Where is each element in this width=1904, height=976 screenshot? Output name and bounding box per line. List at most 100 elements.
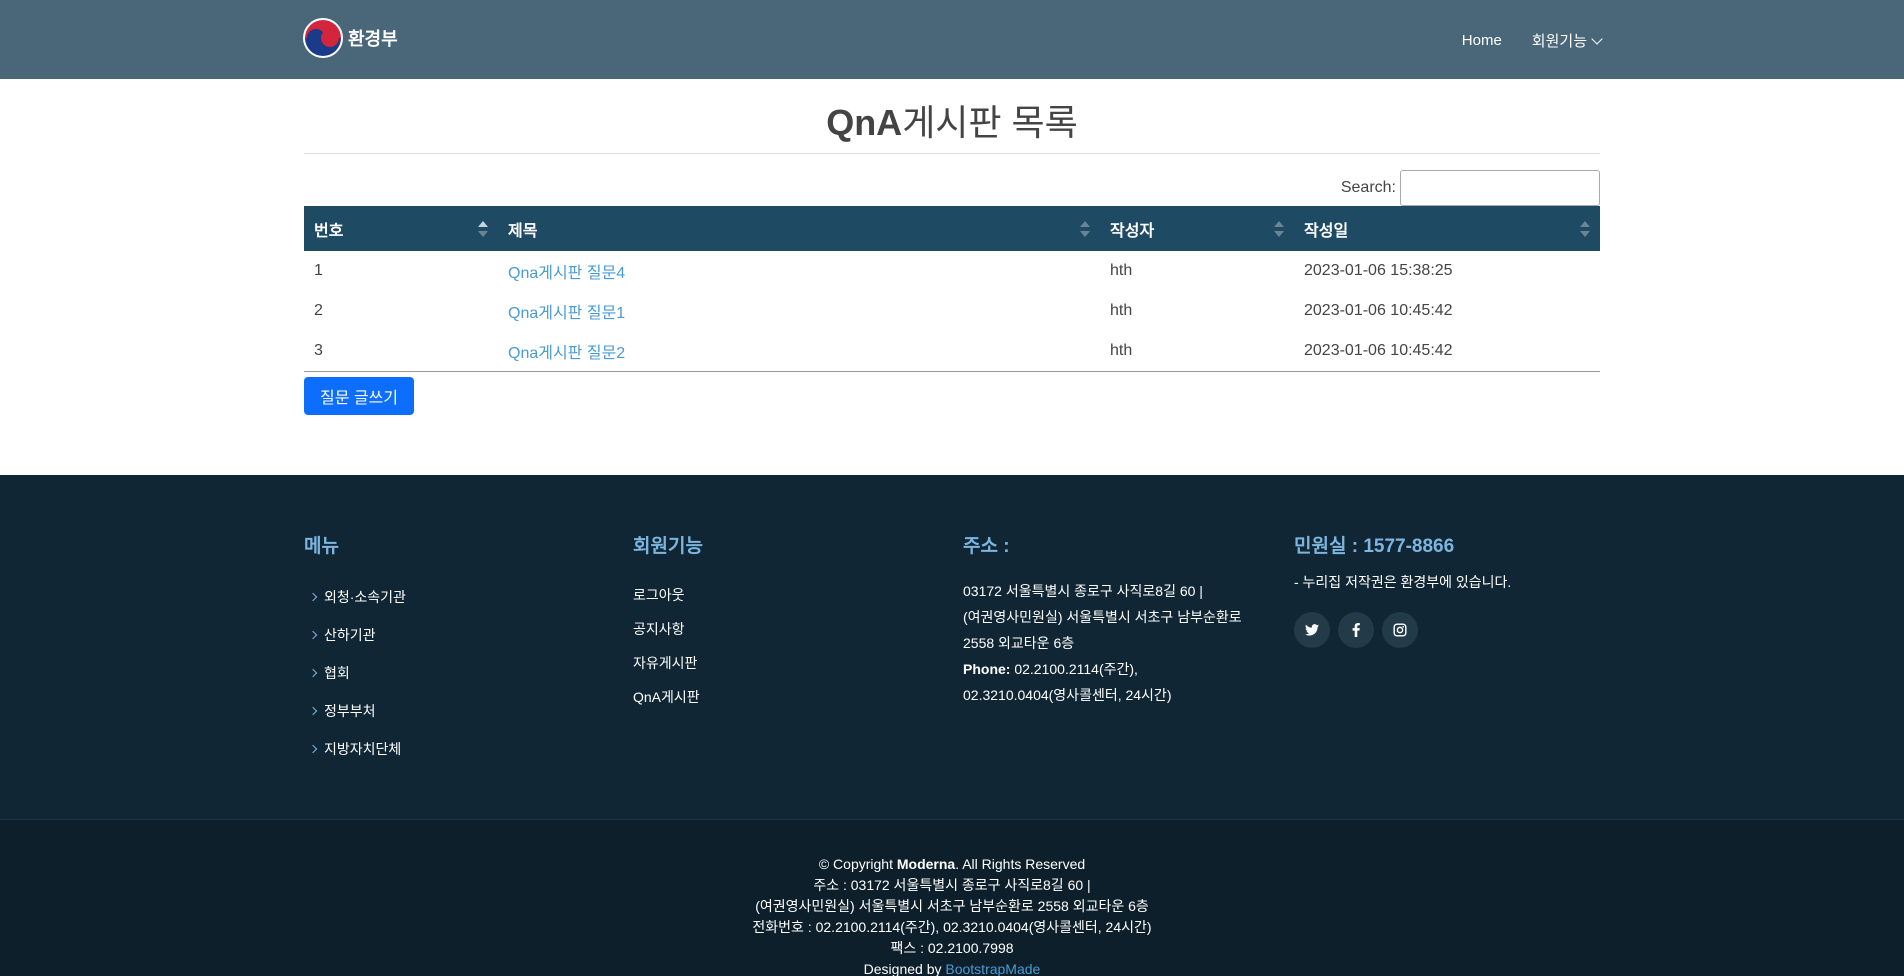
- chevron-right-icon: [308, 744, 318, 754]
- footer-menu-item[interactable]: 산하기관: [304, 616, 406, 654]
- footer-fax-line: 팩스 : 02.2100.7998: [890, 940, 1014, 956]
- footer-civil-column: 민원실 : 1577-8866 - 누리집 저작권은 환경부에 있습니다.: [1294, 531, 1511, 648]
- footer-menu-label: 산하기관: [324, 627, 376, 643]
- designed-by-line: Designed by BootstrapMade: [0, 959, 1904, 976]
- sort-asc-icon: [478, 220, 488, 237]
- footer-address-text: 03172 서울특별시 종로구 사직로8길 60 | (여권영사민원실) 서울특…: [963, 578, 1263, 708]
- sort-icon: [1080, 220, 1090, 237]
- copyright-brand: Moderna: [896, 856, 956, 872]
- chevron-right-icon: [308, 592, 318, 602]
- row-date: 2023-01-06 10:45:42: [1304, 302, 1453, 319]
- designed-by-link[interactable]: BootstrapMade: [945, 961, 1040, 976]
- footer-address-title: 주소 :: [963, 536, 1010, 557]
- row-title-cell: Qna게시판 질문2: [498, 331, 1100, 372]
- footer-member-link-logout[interactable]: 로그아웃: [633, 578, 703, 612]
- social-links: [1294, 612, 1511, 648]
- copyright-prefix: © Copyright: [818, 856, 897, 872]
- address-line: 03172 서울특별시 종로구 사직로8길 60 |: [963, 583, 1203, 599]
- page-title-rest: 게시판 목록: [902, 102, 1078, 143]
- row-number: 3: [304, 331, 498, 372]
- table-row: 1 Qna게시판 질문4 hth 2023-01-06 15:38:25: [304, 251, 1600, 291]
- site-footer: 메뉴 외청·소속기관 산하기관 협회 정부부처 지방자치단체 회원기능 로그아웃…: [0, 475, 1904, 976]
- footer-menu-label: 정부부처: [324, 703, 376, 719]
- footer-member-column: 회원기능 로그아웃 공지사항 자유게시판 QnA게시판: [633, 531, 703, 714]
- row-date: 2023-01-06 15:38:25: [1304, 262, 1453, 279]
- logo-text: 환경부: [348, 29, 398, 49]
- footer-address-line: 주소 : 03172 서울특별시 종로구 사직로8길 60 |: [813, 877, 1091, 893]
- footer-menu-label: 지방자치단체: [324, 741, 402, 757]
- footer-civil-title: 민원실 : 1577-8866: [1294, 536, 1455, 557]
- row-title-cell: Qna게시판 질문4: [498, 251, 1100, 291]
- column-header-label: 작성자: [1110, 222, 1155, 240]
- column-header-label: 제목: [508, 222, 538, 240]
- row-author: hth: [1110, 302, 1133, 319]
- table-row: 3 Qna게시판 질문2 hth 2023-01-06 10:45:42: [304, 331, 1600, 372]
- footer-copyright-note: - 누리집 저작권은 환경부에 있습니다.: [1294, 574, 1512, 590]
- sort-icon: [1274, 220, 1284, 237]
- site-header: 환경부 Home 회원기능: [0, 0, 1904, 79]
- table-header-row: 번호 제목 작성자 작성일: [304, 206, 1600, 251]
- row-title-cell: Qna게시판 질문1: [498, 291, 1100, 331]
- site-logo[interactable]: 환경부: [303, 18, 398, 58]
- footer-phone-line: 전화번호 : 02.2100.2114(주간), 02.3210.0404(영사…: [752, 919, 1152, 935]
- row-title-link[interactable]: Qna게시판 질문1: [508, 305, 625, 322]
- instagram-icon[interactable]: [1382, 612, 1418, 648]
- footer-member-link-free-board[interactable]: 자유게시판: [633, 646, 703, 680]
- footer-menu-item[interactable]: 협회: [304, 654, 406, 692]
- row-date: 2023-01-06 10:45:42: [1294, 331, 1600, 372]
- nav-home-link[interactable]: Home: [1462, 32, 1502, 49]
- footer-address-line: (여권영사민원실) 서울특별시 서초구 남부순환로 2558 외교타운 6층: [755, 898, 1149, 914]
- footer-menu-column: 메뉴 외청·소속기관 산하기관 협회 정부부처 지방자치단체: [304, 531, 406, 768]
- qna-table: 번호 제목 작성자 작성일 1 Qna게시판 질문4 hth 2023-01-0…: [304, 206, 1600, 372]
- column-header-title[interactable]: 제목: [498, 206, 1100, 251]
- footer-menu-label: 협회: [324, 665, 350, 681]
- row-number: 2: [314, 302, 323, 319]
- row-number: 1: [314, 262, 323, 279]
- main-nav: Home 회원기능: [1462, 30, 1603, 51]
- designed-by-prefix: Designed by: [863, 961, 946, 976]
- write-question-button[interactable]: 질문 글쓰기: [304, 377, 414, 415]
- phone-label: Phone:: [963, 661, 1011, 677]
- footer-bottom: © Copyright Moderna. All Rights Reserved…: [0, 819, 1904, 976]
- sort-icon: [1580, 220, 1590, 237]
- column-header-label: 작성일: [1304, 222, 1349, 240]
- footer-menu-title: 메뉴: [304, 536, 339, 557]
- footer-top: 메뉴 외청·소속기관 산하기관 협회 정부부처 지방자치단체 회원기능 로그아웃…: [0, 475, 1904, 819]
- nav-member-dropdown[interactable]: 회원기능: [1531, 30, 1603, 51]
- row-author: hth: [1110, 262, 1133, 279]
- row-title-link[interactable]: Qna게시판 질문4: [508, 265, 625, 282]
- footer-menu-item[interactable]: 외청·소속기관: [304, 578, 406, 616]
- facebook-icon[interactable]: [1338, 612, 1374, 648]
- footer-member-link-qna-board[interactable]: QnA게시판: [633, 680, 703, 714]
- copyright-suffix: . All Rights Reserved: [955, 856, 1086, 872]
- footer-menu-label: 외청·소속기관: [324, 589, 406, 605]
- chevron-right-icon: [308, 668, 318, 678]
- column-header-date[interactable]: 작성일: [1294, 206, 1600, 251]
- table-search: Search:: [1341, 170, 1600, 206]
- row-author: hth: [1100, 331, 1294, 372]
- footer-address-column: 주소 : 03172 서울특별시 종로구 사직로8길 60 | (여권영사민원실…: [963, 531, 1263, 708]
- chevron-down-icon: [1591, 32, 1603, 45]
- phone-value-2: 02.3210.0404(영사콜센터, 24시간): [963, 687, 1172, 703]
- page-title: QnA게시판 목록: [304, 94, 1600, 146]
- footer-member-link-notice[interactable]: 공지사항: [633, 612, 703, 646]
- nav-member-label: 회원기능: [1531, 33, 1587, 50]
- address-line: 2558 외교타운 6층: [963, 635, 1075, 651]
- address-line: (여권영사민원실) 서울특별시 서초구 남부순환로: [963, 609, 1242, 625]
- column-header-number[interactable]: 번호: [304, 206, 498, 251]
- search-input[interactable]: [1400, 170, 1600, 206]
- column-header-label: 번호: [314, 222, 344, 240]
- taegeuk-logo-icon: [303, 18, 343, 58]
- copyright-line: © Copyright Moderna. All Rights Reserved: [0, 854, 1904, 875]
- footer-menu-item[interactable]: 지방자치단체: [304, 730, 406, 768]
- title-divider: [304, 153, 1600, 154]
- footer-member-title: 회원기능: [633, 536, 703, 557]
- row-title-link[interactable]: Qna게시판 질문2: [508, 345, 625, 362]
- phone-value: 02.2100.2114(주간),: [1010, 661, 1138, 677]
- twitter-icon[interactable]: [1294, 612, 1330, 648]
- chevron-right-icon: [308, 706, 318, 716]
- column-header-author[interactable]: 작성자: [1100, 206, 1294, 251]
- table-row: 2 Qna게시판 질문1 hth 2023-01-06 10:45:42: [304, 291, 1600, 331]
- search-label: Search:: [1340, 179, 1396, 196]
- footer-menu-item[interactable]: 정부부처: [304, 692, 406, 730]
